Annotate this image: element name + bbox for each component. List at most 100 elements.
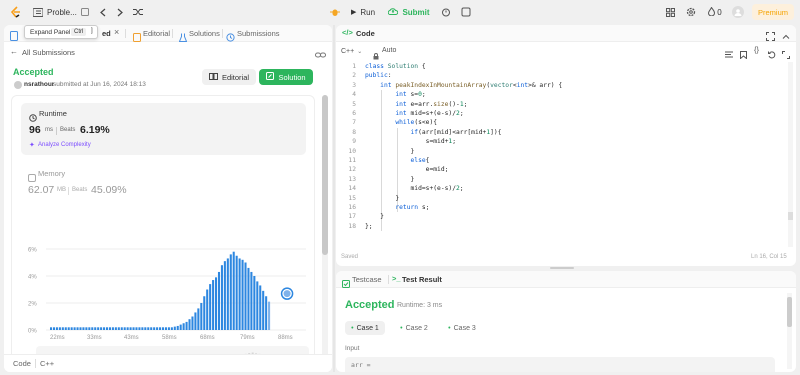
distribution-bar[interactable]	[253, 276, 256, 330]
distribution-bar[interactable]	[250, 271, 253, 330]
code-line[interactable]: 8 if(arr[mid]<arr[mid+1]){	[336, 129, 776, 138]
submit-button[interactable]: Submit	[386, 4, 432, 20]
distribution-bar[interactable]	[265, 296, 268, 330]
distribution-bar[interactable]	[259, 285, 262, 330]
distribution-bar[interactable]	[235, 255, 238, 330]
distribution-bar[interactable]	[217, 271, 221, 330]
distribution-bar[interactable]	[76, 327, 79, 330]
problem-tab-title[interactable]: Proble...	[47, 5, 79, 19]
distribution-bar[interactable]	[164, 327, 167, 330]
avatar[interactable]	[732, 6, 744, 18]
distribution-bar[interactable]	[114, 327, 117, 330]
editorial-button[interactable]: Editorial	[202, 69, 256, 85]
code-editor[interactable]: 1 class Solution {2 public: 3 int peakIndex…	[336, 62, 786, 237]
distribution-bar[interactable]	[194, 312, 197, 330]
code-line[interactable]: 18};	[336, 223, 776, 232]
distribution-bar[interactable]	[100, 327, 103, 330]
premium-button[interactable]: Premium	[752, 4, 794, 20]
solution-button[interactable]: Solution	[259, 69, 313, 85]
all-submissions-link[interactable]: All Submissions	[22, 48, 75, 57]
distribution-bar[interactable]	[73, 327, 76, 330]
tab-submissions[interactable]: Submissions	[237, 29, 280, 38]
distribution-bar[interactable]	[167, 327, 170, 330]
distribution-bar[interactable]	[126, 327, 129, 330]
code-line[interactable]: 16 return s;	[336, 204, 776, 213]
distribution-bar[interactable]	[161, 327, 165, 330]
streak-counter[interactable]: 0	[705, 5, 725, 19]
code-line[interactable]: 10 }	[336, 148, 776, 157]
maximize-icon[interactable]	[766, 28, 776, 41]
distribution-bar[interactable]	[111, 327, 114, 330]
code-line[interactable]: 9 s=mid+1;	[336, 138, 776, 147]
distribution-bar[interactable]	[97, 327, 100, 330]
tab-editorial[interactable]: Editorial	[143, 29, 170, 38]
distribution-bar[interactable]	[206, 289, 209, 331]
chevron-right-icon[interactable]	[114, 5, 126, 19]
distribution-bar[interactable]	[147, 327, 150, 330]
distribution-bar[interactable]	[197, 308, 200, 330]
external-link-icon[interactable]	[80, 6, 90, 18]
distribution-bar[interactable]	[247, 267, 250, 330]
distribution-bar[interactable]	[229, 254, 232, 330]
code-line[interactable]: 14 mid=s+(e-s)/2;	[336, 185, 776, 194]
distribution-bar[interactable]	[212, 280, 215, 330]
distribution-bar[interactable]	[58, 327, 61, 330]
distribution-bar[interactable]	[108, 327, 111, 330]
distribution-bar[interactable]	[256, 281, 259, 330]
distribution-bar[interactable]	[232, 251, 235, 330]
tab-test-result[interactable]: Test Result	[402, 275, 442, 284]
distribution-bar[interactable]	[50, 327, 53, 330]
code-line[interactable]: 4 int s=0;	[336, 91, 776, 100]
bookmark-icon[interactable]	[740, 46, 749, 60]
distribution-bar[interactable]	[209, 284, 212, 330]
distribution-bar[interactable]	[70, 327, 73, 330]
expand-icon[interactable]	[782, 46, 791, 59]
distribution-bar[interactable]	[64, 327, 67, 330]
code-line[interactable]: 3 int peakIndexInMountainArray(vector<in…	[336, 82, 776, 91]
debug-icon[interactable]	[328, 5, 342, 19]
autocomplete-mode[interactable]: Auto	[382, 47, 396, 54]
distribution-bar[interactable]	[123, 327, 126, 330]
alarm-icon[interactable]	[439, 5, 453, 19]
case-3-tab[interactable]: • Case 3	[442, 321, 482, 335]
tab-solutions[interactable]: Solutions	[189, 29, 220, 38]
distribution-bar[interactable]	[156, 327, 159, 330]
distribution-bar[interactable]	[150, 327, 153, 330]
language-select[interactable]: C++ ⌄	[341, 45, 362, 57]
code-line[interactable]: 11 else{	[336, 157, 776, 166]
result-scrollbar-thumb[interactable]	[787, 297, 792, 327]
tab-current-suffix[interactable]: ed	[102, 29, 111, 38]
runtime-card[interactable]: Runtime 96 ms Beats 6.19% ✦ Analyze Comp…	[21, 103, 306, 155]
share-link-icon[interactable]	[315, 46, 327, 58]
distribution-bar[interactable]	[215, 277, 218, 330]
code-line[interactable]: 7 while(s<e){	[336, 119, 776, 128]
code-line[interactable]: 17 }	[336, 213, 776, 222]
code-line[interactable]: 15 }	[336, 195, 776, 204]
distribution-bar[interactable]	[262, 290, 265, 330]
distribution-bar[interactable]	[88, 327, 91, 330]
distribution-bar[interactable]	[200, 303, 203, 330]
distribution-bar[interactable]	[103, 327, 106, 330]
distribution-bar[interactable]	[117, 327, 120, 330]
submitter-name[interactable]: nsrathour	[24, 81, 54, 88]
distribution-bar[interactable]	[129, 327, 132, 330]
distribution-bar[interactable]	[170, 327, 173, 330]
distribution-bar[interactable]	[105, 327, 109, 330]
left-scrollbar-thumb[interactable]	[322, 95, 328, 255]
run-button[interactable]: ▶ Run	[346, 4, 380, 20]
code-line[interactable]: 2 public:	[336, 72, 776, 81]
distribution-bar[interactable]	[182, 323, 185, 330]
distribution-bar[interactable]	[91, 327, 94, 330]
solutions-flask-icon[interactable]	[178, 29, 188, 42]
analyze-complexity-link[interactable]: Analyze Complexity	[38, 142, 91, 148]
distribution-bar[interactable]	[55, 327, 58, 330]
tab-testcase[interactable]: Testcase	[352, 275, 382, 284]
reset-icon[interactable]	[768, 46, 777, 59]
distribution-bar[interactable]	[120, 327, 123, 330]
distribution-bar[interactable]	[141, 327, 144, 330]
distribution-bar[interactable]	[238, 258, 241, 330]
result-scrollbar[interactable]	[787, 293, 792, 369]
distribution-bar[interactable]	[135, 327, 138, 330]
distribution-bar[interactable]	[241, 259, 244, 330]
distribution-bar[interactable]	[268, 301, 271, 330]
